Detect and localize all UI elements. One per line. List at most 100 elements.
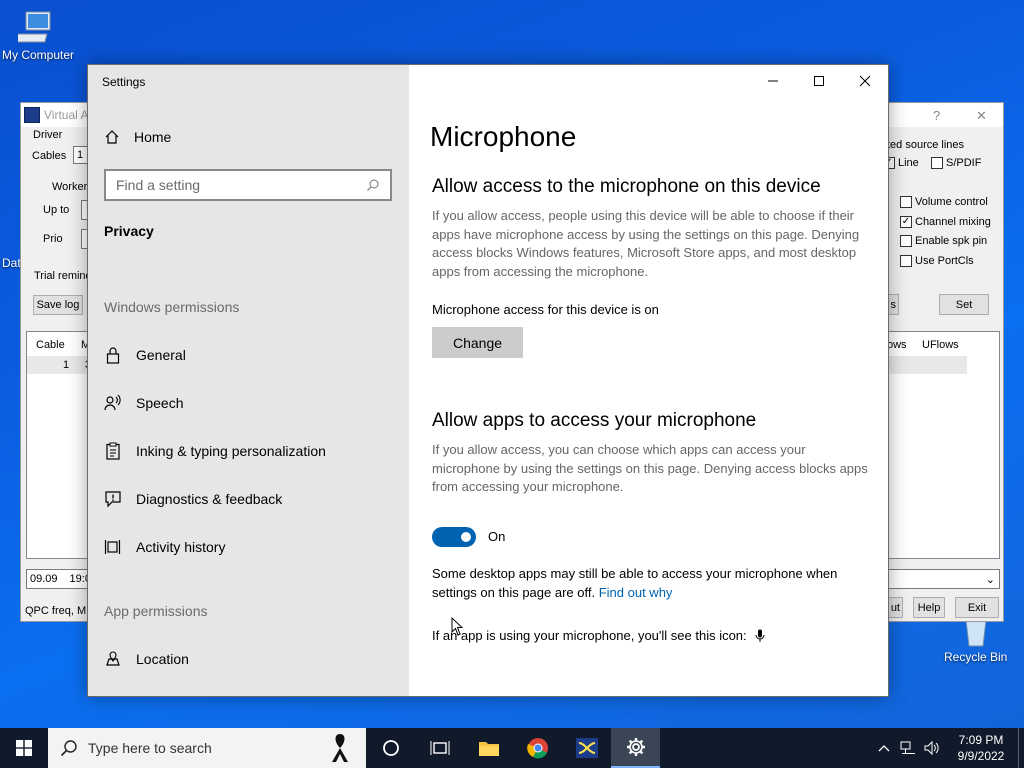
desktop-icon-my-computer[interactable]: My Computer xyxy=(2,8,74,62)
search-placeholder: Find a setting xyxy=(116,177,201,193)
folder-icon xyxy=(478,742,499,756)
checkbox-box xyxy=(900,196,912,208)
task-view-button[interactable] xyxy=(415,728,464,768)
nav-item-label: Inking & typing personalization xyxy=(136,443,326,459)
checkbox-label: Line xyxy=(898,157,919,169)
set-button[interactable]: Set xyxy=(939,294,989,315)
start-button[interactable] xyxy=(0,728,48,768)
qpc-label: QPC freq, MH xyxy=(25,605,95,617)
ribbon-icon xyxy=(332,734,348,762)
volume-control-checkbox[interactable]: Volume control xyxy=(900,196,988,208)
section-privacy: Privacy xyxy=(104,223,154,239)
settings-window[interactable]: Settings Home Find a setting Privacy Win… xyxy=(87,64,889,697)
taskbar: Type here to search 7:09 PM 9/9/2022 xyxy=(0,728,1024,768)
feedback-icon xyxy=(104,490,122,508)
nav-item-activity-history[interactable]: Activity history xyxy=(104,535,225,559)
chrome-icon xyxy=(526,738,548,759)
show-desktop-button[interactable] xyxy=(1018,728,1024,768)
clipboard-icon xyxy=(104,442,122,460)
cables-label: Cables xyxy=(32,150,67,162)
minimize-button[interactable] xyxy=(750,65,796,97)
show-hidden-icons-button[interactable] xyxy=(872,744,896,752)
chevron-down-icon[interactable]: ⌄ xyxy=(986,573,999,586)
checkbox-label: Channel mixing xyxy=(915,216,991,228)
task-view-icon xyxy=(430,741,449,755)
windows-permissions-heading: Windows permissions xyxy=(104,299,240,315)
maximize-button[interactable] xyxy=(796,65,842,97)
cortana-button[interactable] xyxy=(366,728,415,768)
search-icon xyxy=(367,179,379,191)
mouse-cursor-icon xyxy=(451,617,464,636)
checkbox-label: Volume control xyxy=(915,196,988,208)
apps-access-description: If you allow access, you can choose whic… xyxy=(432,442,868,494)
nav-home-label: Home xyxy=(134,129,172,145)
nav-item-inking-typing[interactable]: Inking & typing personalization xyxy=(104,439,326,463)
desktop-icon-dat[interactable]: Dat xyxy=(2,236,21,270)
checkbox-label: Enable spk pin xyxy=(915,235,988,247)
settings-sidebar: Settings Home Find a setting Privacy Win… xyxy=(88,65,409,696)
taskbar-search-placeholder: Type here to search xyxy=(88,740,212,756)
network-button[interactable] xyxy=(896,741,920,755)
worker-label: Worker xyxy=(52,181,88,193)
exit-button[interactable]: Exit xyxy=(955,597,999,618)
file-explorer-button[interactable] xyxy=(464,728,513,768)
checkbox-box xyxy=(900,255,912,267)
desktop-icon-label: My Computer xyxy=(2,48,75,62)
checkbox-label: Use PortCls xyxy=(915,255,974,267)
bg-close-button[interactable]: ✕ xyxy=(976,108,987,124)
cortana-circle-icon xyxy=(382,740,399,756)
nav-item-label: Activity history xyxy=(136,539,226,555)
col-header-ows[interactable]: ows xyxy=(887,339,907,351)
nav-item-label: Diagnostics & feedback xyxy=(136,491,283,507)
mic-icon-note-text: If an app is using your microphone, you'… xyxy=(432,628,747,643)
nav-item-diagnostics[interactable]: Diagnostics & feedback xyxy=(104,487,282,511)
page-title: Microphone xyxy=(430,121,577,152)
about-button[interactable]: ut xyxy=(887,597,903,618)
spdif-checkbox[interactable]: S/PDIF xyxy=(931,157,981,169)
audio-cable-icon xyxy=(575,738,598,758)
chrome-button[interactable] xyxy=(513,728,562,768)
log-date: 09.09 xyxy=(30,573,58,585)
taskbar-search[interactable]: Type here to search xyxy=(48,728,366,768)
save-log-button[interactable]: Save log xyxy=(33,295,83,315)
change-button[interactable]: Change xyxy=(432,327,523,358)
find-out-why-link[interactable]: Find out why xyxy=(599,585,673,600)
clock-time: 7:09 PM xyxy=(958,733,1004,747)
settings-content: Microphone Allow access to the microphon… xyxy=(409,65,888,696)
nav-item-speech[interactable]: Speech xyxy=(104,391,183,415)
chevron-up-icon xyxy=(878,745,890,752)
checkbox-box xyxy=(931,157,943,169)
apps-access-heading: Allow apps to access your microphone xyxy=(432,410,757,431)
row-cable-cell: 1 xyxy=(63,359,70,371)
app-permissions-heading: App permissions xyxy=(104,603,208,619)
windows-logo-icon xyxy=(16,740,32,756)
virtual-cable-app-button[interactable] xyxy=(562,728,611,768)
toggle-knob xyxy=(461,532,471,542)
settings-taskbar-button[interactable] xyxy=(611,728,660,768)
channel-mixing-checkbox[interactable]: ✓ Channel mixing xyxy=(900,216,991,228)
prio-label: Prio xyxy=(43,233,63,245)
col-header-uflows[interactable]: UFlows xyxy=(922,339,959,351)
desktop-apps-note: Some desktop apps may still be able to a… xyxy=(432,565,852,602)
help-button[interactable]: Help xyxy=(913,597,945,618)
nav-home[interactable]: Home xyxy=(104,129,171,145)
nav-item-general[interactable]: General xyxy=(104,343,186,367)
nav-item-location[interactable]: Location xyxy=(104,647,189,671)
home-icon xyxy=(105,130,119,144)
clock[interactable]: 7:09 PM 9/9/2022 xyxy=(944,732,1018,764)
find-setting-input[interactable]: Find a setting xyxy=(104,169,392,201)
window-controls xyxy=(750,65,888,97)
use-portcls-checkbox[interactable]: Use PortCls xyxy=(900,255,974,267)
col-header-cable[interactable]: Cable xyxy=(36,339,65,351)
trial-text: Trial remind xyxy=(34,270,92,282)
app-icon xyxy=(24,107,40,123)
close-button[interactable] xyxy=(842,65,888,97)
checkbox-box: ✓ xyxy=(900,216,912,228)
upto-label: Up to xyxy=(43,204,70,216)
bg-help-button[interactable]: ? xyxy=(933,108,940,123)
volume-button[interactable] xyxy=(920,741,944,755)
source-lines-label: ted source lines xyxy=(887,139,965,151)
enable-spk-pin-checkbox[interactable]: Enable spk pin xyxy=(900,235,987,247)
apps-access-toggle[interactable] xyxy=(432,527,476,547)
checkbox-label: S/PDIF xyxy=(946,157,982,169)
